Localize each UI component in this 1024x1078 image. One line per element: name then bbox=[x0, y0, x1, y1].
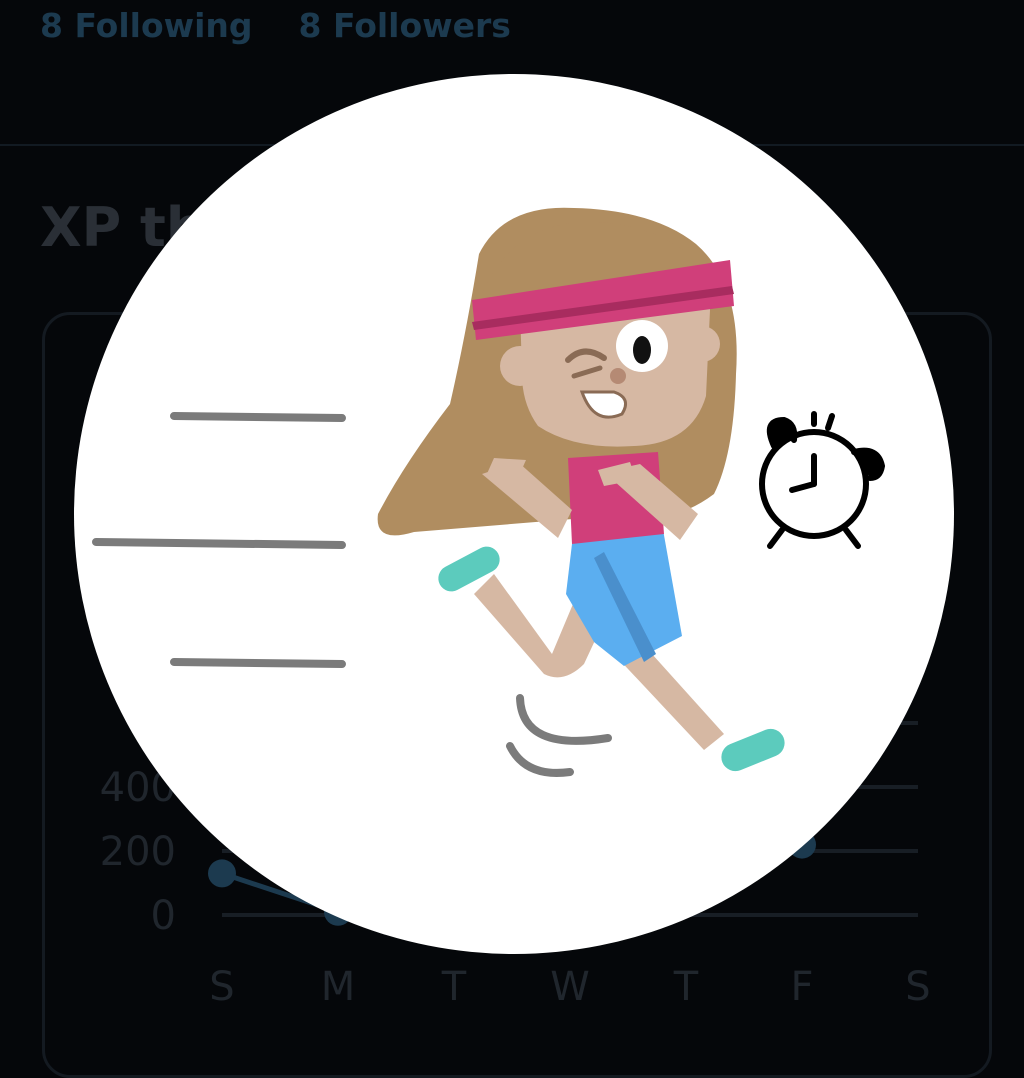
day-label: S bbox=[905, 964, 930, 1010]
day-label: M bbox=[321, 964, 356, 1010]
streak-modal-circle bbox=[74, 74, 954, 954]
day-label: T bbox=[441, 964, 467, 1010]
alarm-clock-icon bbox=[759, 411, 886, 549]
day-label: T bbox=[673, 964, 699, 1010]
day-label: W bbox=[550, 964, 590, 1010]
day-label: F bbox=[790, 964, 813, 1010]
running-girl-illustration bbox=[92, 207, 886, 777]
day-label: S bbox=[209, 964, 234, 1010]
